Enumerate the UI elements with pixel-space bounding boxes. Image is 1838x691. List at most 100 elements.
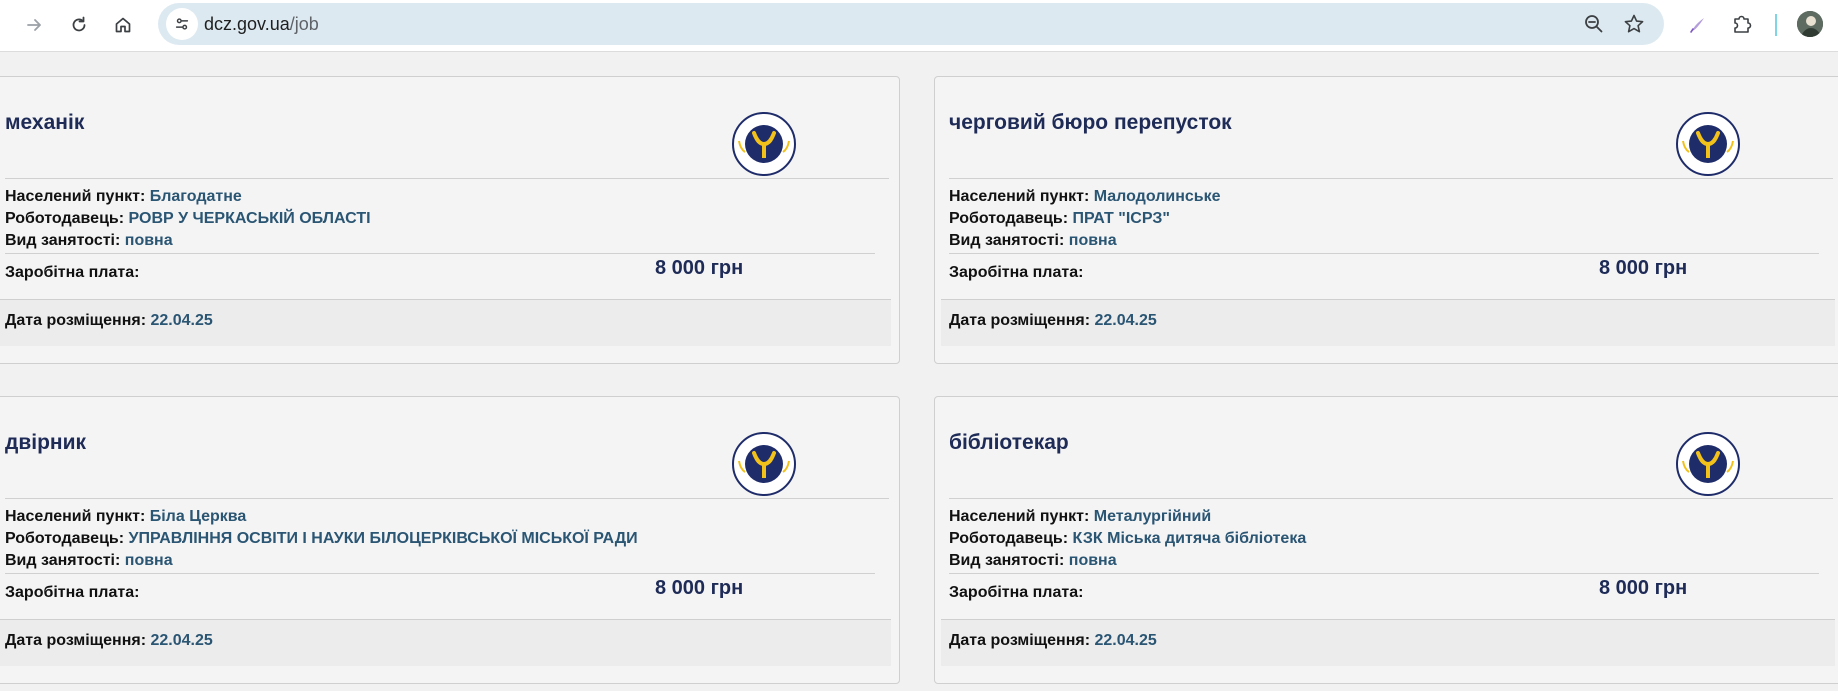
url-host: dcz.gov.ua bbox=[204, 14, 290, 34]
url-text[interactable]: dcz.gov.ua/job bbox=[204, 14, 319, 35]
employer-value[interactable]: КЗК Міська дитяча бібліотека bbox=[1073, 530, 1307, 547]
star-icon[interactable] bbox=[1623, 13, 1645, 35]
toolbar-divider bbox=[1775, 14, 1777, 36]
locality-row: Населений пункт: Металургійний bbox=[949, 508, 1211, 526]
locality-row: Населений пункт: Благодатне bbox=[5, 188, 242, 206]
employer-row: Роботодавець: РОВР У ЧЕРКАСЬКІЙ ОБЛАСТІ bbox=[5, 210, 371, 228]
job-title[interactable]: двірник bbox=[5, 431, 86, 455]
locality-row: Населений пункт: Малодолинське bbox=[949, 188, 1221, 206]
posted-row: Дата розміщення: 22.04.25 bbox=[5, 312, 213, 330]
job-title[interactable]: черговий бюро перепусток bbox=[949, 111, 1232, 135]
posted-value: 22.04.25 bbox=[150, 312, 213, 329]
pen-icon[interactable] bbox=[1685, 11, 1711, 37]
employer-label: Роботодавець: bbox=[949, 210, 1069, 227]
puzzle-icon[interactable] bbox=[1730, 11, 1756, 37]
employer-label: Роботодавець: bbox=[5, 530, 125, 547]
job-listing-page: механік Населений пункт: Благодатне Робо… bbox=[0, 52, 1838, 691]
browser-toolbar: dcz.gov.ua/job bbox=[0, 0, 1838, 52]
posted-label: Дата розміщення: bbox=[5, 632, 147, 649]
job-card[interactable]: механік Населений пункт: Благодатне Робо… bbox=[0, 76, 900, 364]
card-footer: Дата розміщення: 22.04.25 bbox=[941, 619, 1835, 666]
locality-label: Населений пункт: bbox=[949, 188, 1090, 205]
job-title[interactable]: бібліотекар bbox=[949, 431, 1069, 455]
reload-button[interactable] bbox=[62, 8, 96, 42]
locality-value: Металургійний bbox=[1093, 508, 1212, 525]
employment-row: Вид занятості: повна bbox=[949, 552, 1117, 570]
state-employment-service-logo bbox=[1676, 112, 1740, 176]
salary-label: Заробітна плата: bbox=[949, 264, 1084, 281]
card-divider bbox=[5, 253, 875, 254]
salary-label: Заробітна плата: bbox=[5, 264, 140, 281]
locality-value: Біла Церква bbox=[149, 508, 247, 525]
address-bar[interactable]: dcz.gov.ua/job bbox=[158, 3, 1664, 45]
state-employment-service-logo bbox=[732, 432, 796, 496]
employment-value: повна bbox=[124, 232, 173, 249]
avatar[interactable] bbox=[1797, 11, 1823, 37]
employer-row: Роботодавець: КЗК Міська дитяча бібліоте… bbox=[949, 530, 1306, 548]
locality-value: Благодатне bbox=[149, 188, 242, 205]
posted-label: Дата розміщення: bbox=[949, 632, 1091, 649]
job-card[interactable]: двірник Населений пункт: Біла Церква Роб… bbox=[0, 396, 900, 684]
employer-row: Роботодавець: ПРАТ "ІСРЗ" bbox=[949, 210, 1170, 228]
salary-value: 8 000 грн bbox=[1599, 257, 1688, 279]
card-footer: Дата розміщення: 22.04.25 bbox=[0, 299, 891, 346]
posted-value: 22.04.25 bbox=[1094, 312, 1157, 329]
employer-label: Роботодавець: bbox=[949, 530, 1069, 547]
posted-value: 22.04.25 bbox=[150, 632, 213, 649]
card-divider bbox=[949, 253, 1819, 254]
locality-label: Населений пункт: bbox=[5, 188, 146, 205]
state-employment-service-logo bbox=[1676, 432, 1740, 496]
locality-row: Населений пункт: Біла Церква bbox=[5, 508, 246, 526]
employment-row: Вид занятості: повна bbox=[949, 232, 1117, 250]
posted-label: Дата розміщення: bbox=[5, 312, 147, 329]
card-divider bbox=[949, 498, 1833, 499]
employment-value: повна bbox=[1068, 552, 1117, 569]
job-card[interactable]: черговий бюро перепусток Населений пункт… bbox=[934, 76, 1838, 364]
locality-label: Населений пункт: bbox=[5, 508, 146, 525]
employment-label: Вид занятості: bbox=[949, 232, 1065, 249]
arrow-right-icon bbox=[27, 19, 41, 31]
home-icon bbox=[115, 17, 131, 33]
posted-row: Дата розміщення: 22.04.25 bbox=[949, 312, 1157, 330]
employment-label: Вид занятості: bbox=[5, 552, 121, 569]
reload-icon bbox=[72, 16, 86, 32]
employment-label: Вид занятості: bbox=[5, 232, 121, 249]
card-divider bbox=[5, 498, 889, 499]
url-path: /job bbox=[289, 14, 319, 34]
job-title[interactable]: механік bbox=[5, 111, 84, 135]
site-info-button[interactable] bbox=[166, 8, 198, 40]
card-footer: Дата розміщення: 22.04.25 bbox=[941, 299, 1835, 346]
employment-row: Вид занятості: повна bbox=[5, 552, 173, 570]
home-button[interactable] bbox=[106, 8, 140, 42]
employment-label: Вид занятості: bbox=[949, 552, 1065, 569]
employment-value: повна bbox=[1068, 232, 1117, 249]
employer-value[interactable]: УПРАВЛІННЯ ОСВІТИ І НАУКИ БІЛОЦЕРКІВСЬКО… bbox=[129, 530, 638, 547]
card-footer: Дата розміщення: 22.04.25 bbox=[0, 619, 891, 666]
zoom-out-icon[interactable] bbox=[1583, 13, 1605, 35]
posted-value: 22.04.25 bbox=[1094, 632, 1157, 649]
salary-label: Заробітна плата: bbox=[5, 584, 140, 601]
employer-value[interactable]: РОВР У ЧЕРКАСЬКІЙ ОБЛАСТІ bbox=[129, 210, 371, 227]
employer-row: Роботодавець: УПРАВЛІННЯ ОСВІТИ І НАУКИ … bbox=[5, 530, 638, 548]
posted-row: Дата розміщення: 22.04.25 bbox=[5, 632, 213, 650]
salary-label: Заробітна плата: bbox=[949, 584, 1084, 601]
posted-label: Дата розміщення: bbox=[949, 312, 1091, 329]
card-divider bbox=[5, 573, 875, 574]
salary-value: 8 000 грн bbox=[655, 577, 744, 599]
forward-button[interactable] bbox=[18, 8, 52, 42]
profile-avatar-icon bbox=[1797, 11, 1823, 37]
job-card[interactable]: бібліотекар Населений пункт: Металургійн… bbox=[934, 396, 1838, 684]
employer-value[interactable]: ПРАТ "ІСРЗ" bbox=[1073, 210, 1170, 227]
employer-label: Роботодавець: bbox=[5, 210, 125, 227]
posted-row: Дата розміщення: 22.04.25 bbox=[949, 632, 1157, 650]
locality-label: Населений пункт: bbox=[949, 508, 1090, 525]
card-divider bbox=[949, 573, 1819, 574]
tune-icon bbox=[175, 18, 189, 30]
salary-value: 8 000 грн bbox=[1599, 577, 1688, 599]
card-divider bbox=[5, 178, 889, 179]
locality-value: Малодолинське bbox=[1093, 188, 1221, 205]
employment-row: Вид занятості: повна bbox=[5, 232, 173, 250]
employment-value: повна bbox=[124, 552, 173, 569]
state-employment-service-logo bbox=[732, 112, 796, 176]
card-divider bbox=[949, 178, 1833, 179]
